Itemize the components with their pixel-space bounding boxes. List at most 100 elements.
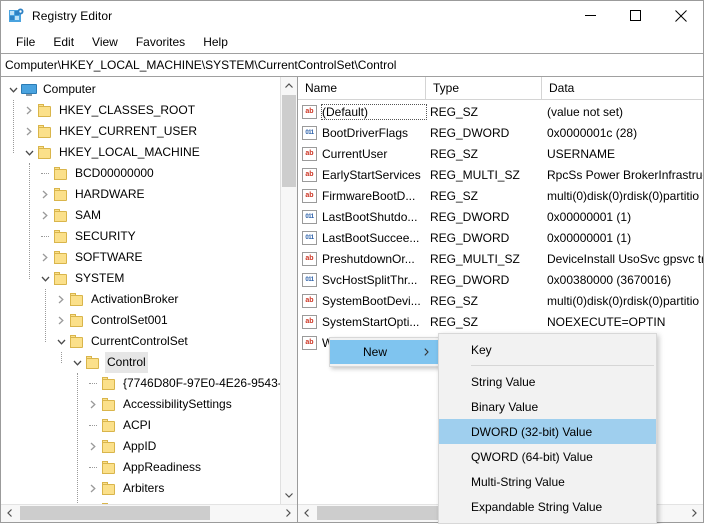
value-row[interactable]: ab (Default) REG_SZ (value not set) <box>298 101 703 122</box>
chevron-right-icon[interactable] <box>37 247 53 268</box>
value-row[interactable]: ab EarlyStartServices REG_MULTI_SZ RpcSs Po… <box>298 164 703 185</box>
chevron-down-icon[interactable] <box>69 352 85 373</box>
scroll-right-arrow-icon[interactable] <box>686 505 703 521</box>
chevron-right-icon[interactable] <box>85 436 101 457</box>
chevron-right-icon[interactable] <box>37 184 53 205</box>
menu-edit[interactable]: Edit <box>44 32 83 52</box>
list-header: Name Type Data <box>298 77 703 100</box>
tree-item-7746d80f-97e0-4e26-9543-2[interactable]: {7746D80F-97E0-4E26-9543-2 <box>1 373 280 394</box>
scroll-left-arrow-icon[interactable] <box>298 505 315 521</box>
scroll-up-arrow-icon[interactable] <box>281 77 297 94</box>
submenu-item-dword-32-bit-value[interactable]: DWORD (32-bit) Value <box>439 419 656 444</box>
tree-vertical-scrollbar[interactable] <box>280 77 297 504</box>
submenu-item-label: Multi-String Value <box>471 474 565 489</box>
tree-item-label: {7746D80F-97E0-4E26-9543-2 <box>123 376 280 390</box>
tree-item-hardware[interactable]: HARDWARE <box>1 184 280 205</box>
tree-item-software[interactable]: SOFTWARE <box>1 247 280 268</box>
chevron-right-icon[interactable] <box>53 289 69 310</box>
tree-guide-line <box>77 373 78 504</box>
tree-item-bcd00000000[interactable]: BCD00000000 <box>1 163 280 184</box>
tree-item-hkey-local-machine[interactable]: HKEY_LOCAL_MACHINE <box>1 142 280 163</box>
value-data: DeviceInstall UsoSvc gpsvc tr <box>547 251 703 266</box>
scroll-down-arrow-icon[interactable] <box>281 487 297 504</box>
tree-scroll-thumb[interactable] <box>282 95 296 187</box>
tree-item-label: SECURITY <box>75 229 136 243</box>
value-name: LastBootSuccee... <box>322 230 420 245</box>
value-row[interactable]: ab SystemStartOpti... REG_SZ NOEXECUTE=OPT… <box>298 311 703 332</box>
chevron-down-icon[interactable] <box>37 268 53 289</box>
value-row[interactable]: 011 LastBootShutdo... REG_DWORD 0x00000001 … <box>298 206 703 227</box>
value-row[interactable]: ab PreshutdownOr... REG_MULTI_SZ DeviceInst… <box>298 248 703 269</box>
value-data: RpcSs Power BrokerInfrastruc <box>547 167 703 182</box>
folder-icon <box>69 292 85 307</box>
value-data: multi(0)disk(0)rdisk(0)partitio <box>547 188 700 203</box>
submenu-item-expandable-string-value[interactable]: Expandable String Value <box>439 494 656 519</box>
chevron-right-icon[interactable] <box>85 394 101 415</box>
value-row[interactable]: ab SystemBootDevi... REG_SZ multi(0)disk(0)… <box>298 290 703 311</box>
menu-favorites[interactable]: Favorites <box>127 32 194 52</box>
menu-help[interactable]: Help <box>194 32 237 52</box>
submenu-item-key[interactable]: Key <box>439 337 656 362</box>
tree-item-appid[interactable]: AppID <box>1 436 280 457</box>
tree-item-label: Computer <box>43 82 96 96</box>
tree-hscroll-thumb[interactable] <box>20 506 210 520</box>
menu-view[interactable]: View <box>83 32 127 52</box>
column-header-name[interactable]: Name <box>298 77 426 99</box>
submenu-item-qword-64-bit-value[interactable]: QWORD (64-bit) Value <box>439 444 656 469</box>
chevron-right-icon[interactable] <box>21 100 37 121</box>
chevron-right-icon[interactable] <box>53 310 69 331</box>
tree-item-security[interactable]: SECURITY <box>1 226 280 247</box>
tree-horizontal-scrollbar[interactable] <box>1 504 297 522</box>
context-menu-item-new[interactable]: New <box>330 340 438 364</box>
chevron-right-icon[interactable] <box>85 478 101 499</box>
chevron-down-icon[interactable] <box>21 142 37 163</box>
tree-item-appreadiness[interactable]: AppReadiness <box>1 457 280 478</box>
value-type: REG_DWORD <box>430 272 510 287</box>
tree-item-hkey-classes-root[interactable]: HKEY_CLASSES_ROOT <box>1 100 280 121</box>
column-header-type[interactable]: Type <box>426 77 542 99</box>
value-name: SystemBootDevi... <box>322 293 421 308</box>
tree-item-acpi[interactable]: ACPI <box>1 415 280 436</box>
tree-item-hkey-current-user[interactable]: HKEY_CURRENT_USER <box>1 121 280 142</box>
folder-icon <box>37 145 53 160</box>
tree-item-label: SAM <box>75 208 102 222</box>
tree-item-controlset001[interactable]: ControlSet001 <box>1 310 280 331</box>
tree-item-system[interactable]: SYSTEM <box>1 268 280 289</box>
scroll-left-arrow-icon[interactable] <box>1 505 18 521</box>
menu-file[interactable]: File <box>7 32 44 52</box>
registry-tree[interactable]: Computer HKEY_CLASSES_ROOT HKEY_CURRENT_US… <box>1 77 280 504</box>
tree-item-label: ACPI <box>123 418 152 432</box>
value-name: LastBootShutdo... <box>322 209 418 224</box>
chevron-right-icon[interactable] <box>21 121 37 142</box>
submenu-item-string-value[interactable]: String Value <box>439 369 656 394</box>
column-header-data[interactable]: Data <box>542 77 703 99</box>
value-row[interactable]: 011 LastBootSuccee... REG_DWORD 0x00000001 … <box>298 227 703 248</box>
scroll-right-arrow-icon[interactable] <box>280 505 297 521</box>
value-row[interactable]: 011 SvcHostSplitThr... REG_DWORD 0x00380000… <box>298 269 703 290</box>
tree-item-control[interactable]: Control <box>1 352 280 373</box>
close-button[interactable] <box>658 1 703 30</box>
value-row[interactable]: 011 BootDriverFlags REG_DWORD 0x0000001c (2… <box>298 122 703 143</box>
context-menu-new[interactable]: New <box>329 337 439 367</box>
value-row[interactable]: ab FirmwareBootD... REG_SZ multi(0)disk(0)r… <box>298 185 703 206</box>
submenu-item-multi-string-value[interactable]: Multi-String Value <box>439 469 656 494</box>
chevron-right-icon[interactable] <box>37 205 53 226</box>
folder-icon <box>101 481 117 496</box>
submenu-item-binary-value[interactable]: Binary Value <box>439 394 656 419</box>
tree-item-arbiters[interactable]: Arbiters <box>1 478 280 499</box>
maximize-button[interactable] <box>613 1 658 30</box>
chevron-down-icon[interactable] <box>53 331 69 352</box>
tree-item-label: CurrentControlSet <box>91 334 188 348</box>
tree-item-currentcontrolset[interactable]: CurrentControlSet <box>1 331 280 352</box>
address-bar[interactable]: Computer\HKEY_LOCAL_MACHINE\SYSTEM\Curre… <box>1 53 703 77</box>
chevron-down-icon[interactable] <box>5 79 21 100</box>
tree-item-activationbroker[interactable]: ActivationBroker <box>1 289 280 310</box>
tree-item-computer[interactable]: Computer <box>1 79 280 100</box>
tree-item-sam[interactable]: SAM <box>1 205 280 226</box>
tree-item-accessibilitysettings[interactable]: AccessibilitySettings <box>1 394 280 415</box>
value-row[interactable]: ab CurrentUser REG_SZ USERNAME <box>298 143 703 164</box>
value-type: REG_DWORD <box>430 125 510 140</box>
minimize-button[interactable] <box>568 1 613 30</box>
context-submenu-new[interactable]: Key String Value Binary Value DWORD (32-bit… <box>438 333 657 524</box>
string-value-icon: ab <box>302 314 317 329</box>
